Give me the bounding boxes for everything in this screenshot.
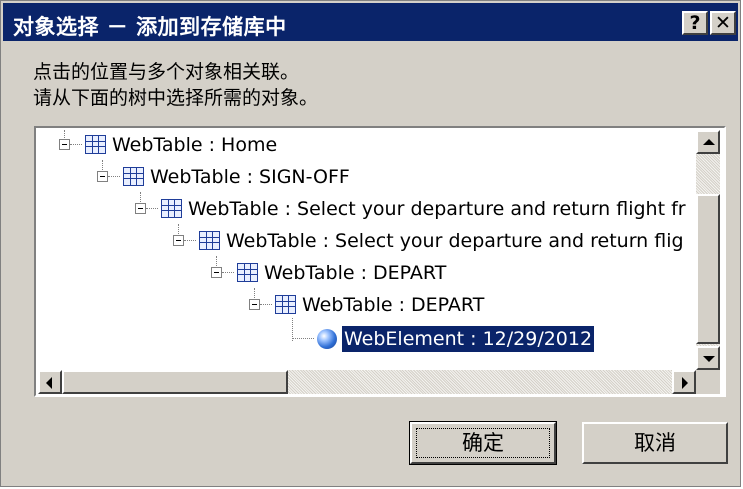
table-icon: [123, 167, 144, 186]
scroll-right-button[interactable]: [672, 370, 696, 394]
focus-rectangle: [416, 428, 550, 458]
collapse-icon[interactable]: [135, 203, 146, 214]
collapse-icon[interactable]: [211, 267, 222, 278]
table-icon: [199, 231, 220, 250]
cancel-button-label: 取消: [634, 431, 676, 455]
arrow-right-icon: [682, 377, 688, 389]
scrollbar-corner: [696, 370, 720, 394]
instruction-text: 点击的位置与多个对象相关联。 请从下面的树中选择所需的对象。: [33, 59, 318, 111]
instruction-line-2: 请从下面的树中选择所需的对象。: [33, 87, 319, 109]
collapse-icon[interactable]: [97, 171, 108, 182]
table-icon: [161, 199, 182, 218]
tree-connector: [292, 338, 314, 339]
close-button[interactable]: ✕: [710, 11, 736, 35]
ok-button[interactable]: 确定: [409, 421, 557, 465]
table-icon: [85, 135, 106, 154]
cancel-button[interactable]: 取消: [582, 422, 728, 464]
tree-node[interactable]: WebTable : Select your departure and ret…: [38, 196, 694, 222]
scroll-left-button[interactable]: [38, 370, 62, 394]
vertical-scroll-thumb[interactable]: [696, 194, 720, 344]
tree-node-selected[interactable]: WebElement : 12/29/2012: [38, 325, 694, 353]
title-bar[interactable]: 对象选择 － 添加到存储库中 ? ✕: [3, 3, 738, 41]
arrow-left-icon: [46, 377, 52, 389]
object-selection-dialog: 对象选择 － 添加到存储库中 ? ✕ 点击的位置与多个对象相关联。 请从下面的树…: [0, 0, 741, 487]
tree-node-label: WebTable : Home: [112, 134, 278, 156]
vertical-scrollbar[interactable]: [696, 130, 720, 370]
table-icon: [237, 263, 258, 282]
horizontal-scrollbar[interactable]: [38, 370, 696, 394]
arrow-up-icon: [703, 139, 715, 145]
tree-connector: [184, 240, 196, 241]
horizontal-scroll-thumb[interactable]: [62, 370, 288, 394]
tree-node-label: WebTable : DEPART: [302, 294, 485, 316]
scroll-up-button[interactable]: [696, 130, 720, 154]
help-button[interactable]: ?: [682, 11, 708, 35]
arrow-down-icon: [703, 356, 715, 362]
tree-node[interactable]: WebTable : SIGN-OFF: [38, 164, 694, 190]
collapse-icon[interactable]: [173, 235, 184, 246]
tree-node[interactable]: WebTable : DEPART: [38, 260, 694, 286]
tree-node-label: WebTable : Select your departure and ret…: [226, 230, 684, 252]
tree-connector: [70, 144, 82, 145]
tree-connector: [146, 208, 158, 209]
tree-connector: [260, 304, 272, 305]
instruction-line-1: 点击的位置与多个对象相关联。: [33, 61, 300, 83]
globe-icon: [317, 329, 337, 349]
tree-viewport: WebTable : Home WebTable : SIGN-OFF WebT…: [38, 130, 696, 370]
tree-node-label: WebElement : 12/29/2012: [340, 325, 596, 353]
object-tree: WebTable : Home WebTable : SIGN-OFF WebT…: [34, 126, 726, 397]
tree-node[interactable]: WebTable : DEPART: [38, 292, 694, 318]
tree-connector: [108, 176, 120, 177]
collapse-icon[interactable]: [249, 299, 260, 310]
collapse-icon[interactable]: [59, 139, 70, 150]
dialog-title: 对象选择 － 添加到存储库中: [13, 15, 287, 39]
tree-node-label: WebTable : DEPART: [264, 262, 447, 284]
tree-connector: [222, 272, 234, 273]
scroll-down-button[interactable]: [696, 346, 720, 370]
tree-node[interactable]: WebTable : Select your departure and ret…: [38, 228, 694, 254]
tree-node[interactable]: WebTable : Home: [38, 132, 694, 158]
tree-node-label: WebTable : SIGN-OFF: [150, 166, 350, 188]
table-icon: [275, 295, 296, 314]
tree-node-label: WebTable : Select your departure and ret…: [188, 198, 686, 220]
